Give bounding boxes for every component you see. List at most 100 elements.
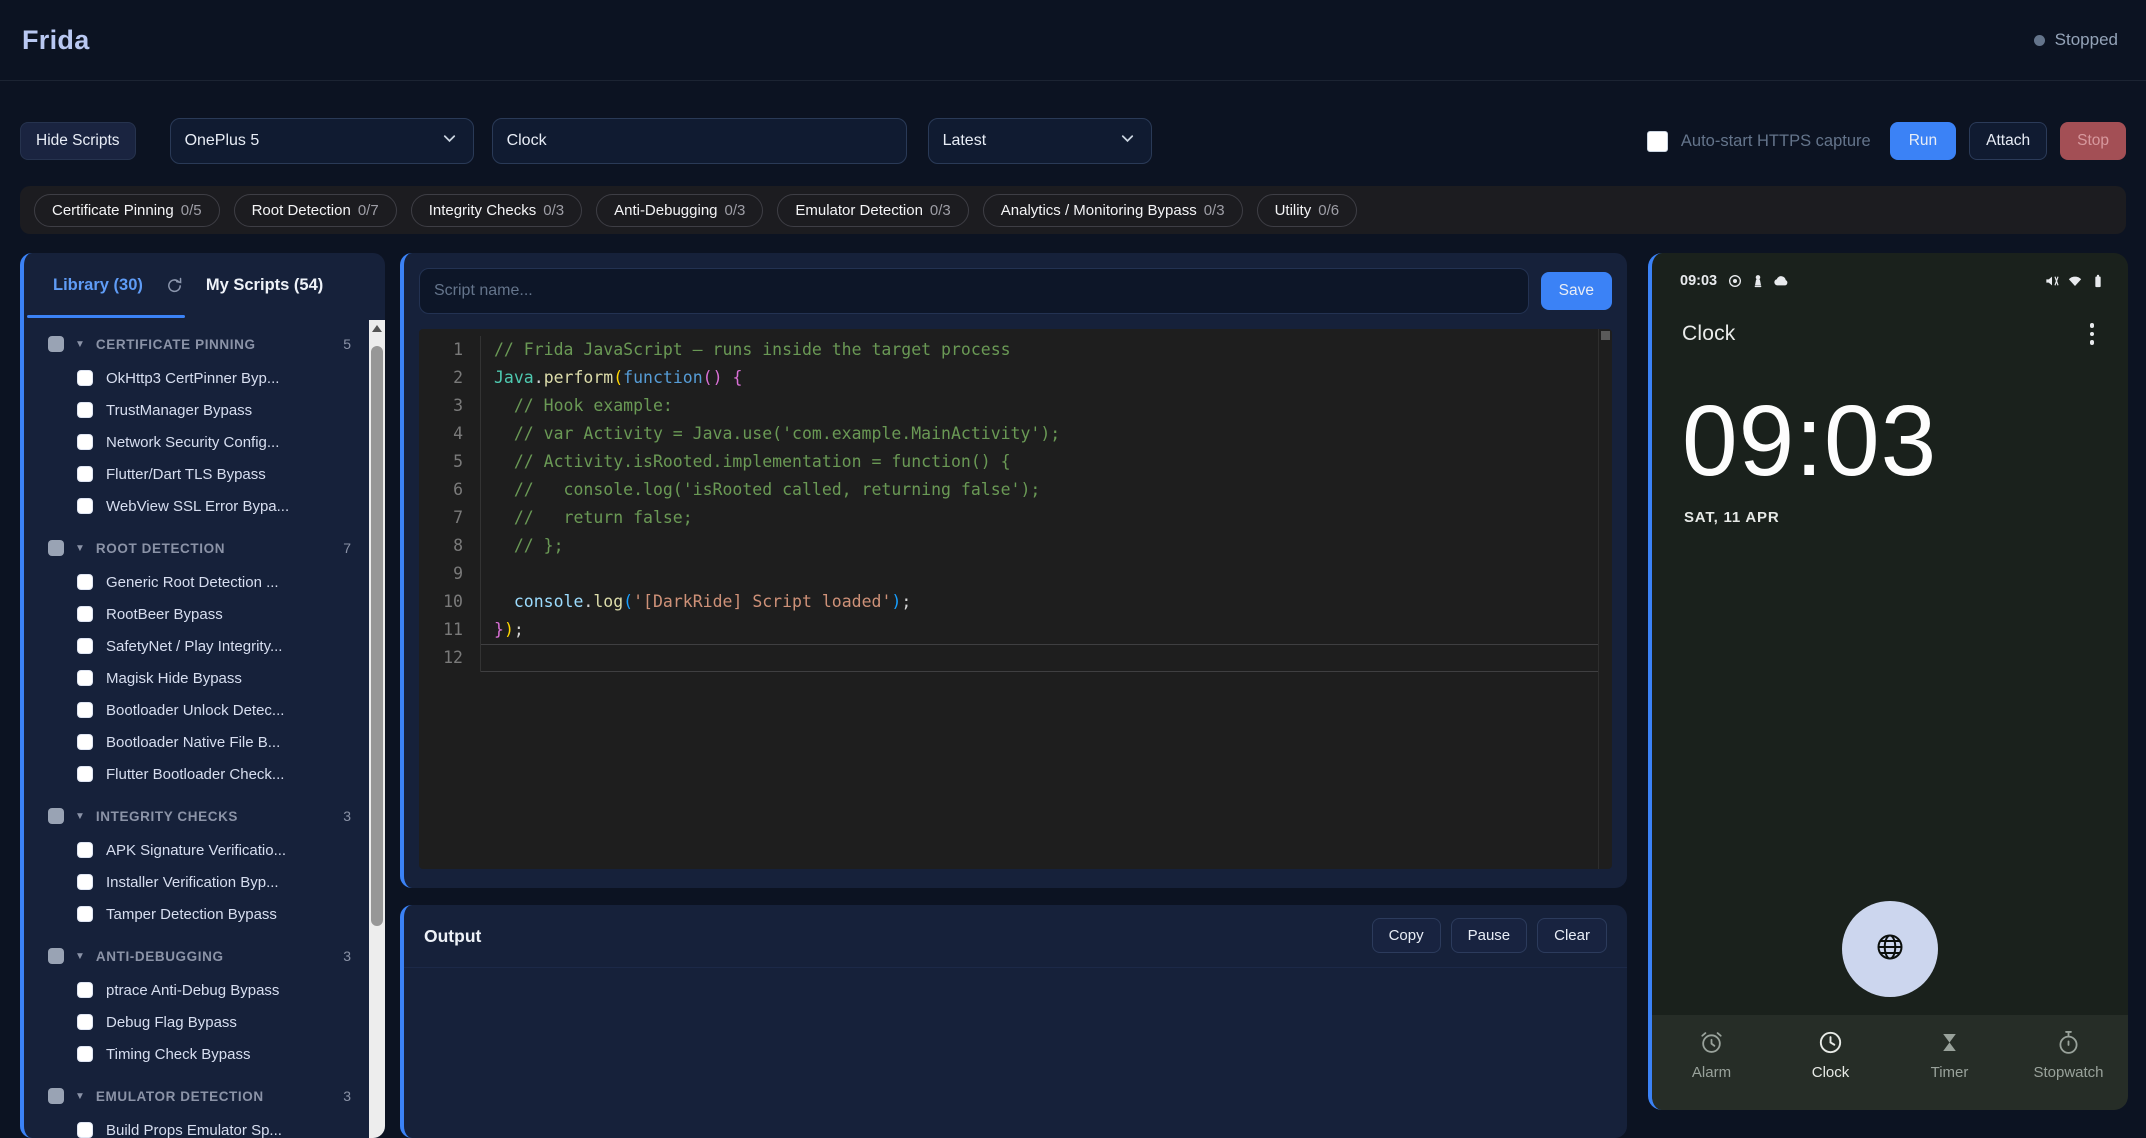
editor-scrollbar[interactable] (1598, 329, 1612, 869)
list-item[interactable]: Build Props Emulator Sp... (48, 1114, 369, 1138)
script-checkbox[interactable] (77, 434, 93, 450)
script-checkbox[interactable] (77, 606, 93, 622)
scrollbar-thumb[interactable] (371, 346, 383, 926)
list-item[interactable]: Bootloader Native File B... (48, 726, 369, 758)
clear-button[interactable]: Clear (1537, 918, 1607, 953)
editor-scrollbar-thumb[interactable] (1601, 331, 1610, 340)
code-line[interactable]: 10 console.log('[DarkRide] Script loaded… (419, 588, 1612, 616)
script-checkbox[interactable] (77, 1046, 93, 1062)
category-pill[interactable]: Certificate Pinning0/5 (34, 194, 220, 227)
list-item[interactable]: Tamper Detection Bypass (48, 898, 369, 930)
section-header[interactable]: ▼ROOT DETECTION7 (48, 530, 369, 566)
list-item[interactable]: Magisk Hide Bypass (48, 662, 369, 694)
section-checkbox[interactable] (48, 948, 64, 964)
section-checkbox[interactable] (48, 336, 64, 352)
run-button[interactable]: Run (1890, 122, 1956, 160)
script-checkbox[interactable] (77, 842, 93, 858)
script-checkbox[interactable] (77, 370, 93, 386)
refresh-icon[interactable] (165, 276, 184, 295)
world-clock-fab[interactable] (1842, 901, 1938, 997)
script-checkbox[interactable] (77, 638, 93, 654)
code-editor[interactable]: 1// Frida JavaScript — runs inside the t… (419, 329, 1612, 869)
script-checkbox[interactable] (77, 402, 93, 418)
device-select[interactable]: OnePlus 5 (170, 118, 474, 164)
tab-my-scripts[interactable]: My Scripts (54) (206, 276, 323, 295)
list-item[interactable]: Debug Flag Bypass (48, 1006, 369, 1038)
section-header[interactable]: ▼INTEGRITY CHECKS3 (48, 798, 369, 834)
script-checkbox[interactable] (77, 1122, 93, 1138)
script-checkbox[interactable] (77, 734, 93, 750)
list-item[interactable]: Flutter Bootloader Check... (48, 758, 369, 790)
script-checkbox[interactable] (77, 766, 93, 782)
list-item[interactable]: Generic Root Detection ... (48, 566, 369, 598)
sidebar-scrollbar[interactable] (369, 320, 385, 1138)
stop-button[interactable]: Stop (2060, 122, 2126, 160)
code-line[interactable]: 7 // return false; (419, 504, 1612, 532)
category-pill[interactable]: Utility0/6 (1257, 194, 1358, 227)
attach-button[interactable]: Attach (1969, 122, 2047, 160)
nav-tab-clock[interactable]: Clock (1771, 1029, 1890, 1081)
script-checkbox[interactable] (77, 982, 93, 998)
code-line[interactable]: 9 (419, 560, 1612, 588)
list-item[interactable]: Network Security Config... (48, 426, 369, 458)
save-button[interactable]: Save (1541, 272, 1612, 310)
section-checkbox[interactable] (48, 540, 64, 556)
script-label: Build Props Emulator Sp... (106, 1122, 282, 1138)
list-item[interactable]: Bootloader Unlock Detec... (48, 694, 369, 726)
chevron-down-icon (440, 129, 459, 153)
script-checkbox[interactable] (77, 702, 93, 718)
version-select[interactable]: Latest (928, 118, 1152, 164)
nav-tab-alarm[interactable]: Alarm (1652, 1029, 1771, 1081)
section-checkbox[interactable] (48, 808, 64, 824)
list-item[interactable]: TrustManager Bypass (48, 394, 369, 426)
script-checkbox[interactable] (77, 670, 93, 686)
code-line[interactable]: 11}); (419, 616, 1612, 644)
code-line[interactable]: 5 // Activity.isRooted.implementation = … (419, 448, 1612, 476)
category-pill[interactable]: Anti-Debugging0/3 (596, 194, 763, 227)
list-item[interactable]: Timing Check Bypass (48, 1038, 369, 1070)
category-pill[interactable]: Integrity Checks0/3 (411, 194, 582, 227)
script-checkbox[interactable] (77, 906, 93, 922)
section-checkbox[interactable] (48, 1088, 64, 1104)
hide-scripts-button[interactable]: Hide Scripts (20, 122, 136, 160)
scroll-up-arrow-icon[interactable] (372, 325, 382, 332)
list-item[interactable]: SafetyNet / Play Integrity... (48, 630, 369, 662)
script-checkbox[interactable] (77, 1014, 93, 1030)
code-line[interactable]: 6 // console.log('isRooted called, retur… (419, 476, 1612, 504)
pause-button[interactable]: Pause (1451, 918, 1528, 953)
code-line[interactable]: 12 (419, 644, 1612, 672)
list-item[interactable]: Installer Verification Byp... (48, 866, 369, 898)
list-item[interactable]: Flutter/Dart TLS Bypass (48, 458, 369, 490)
copy-button[interactable]: Copy (1372, 918, 1441, 953)
script-label: Tamper Detection Bypass (106, 906, 277, 923)
script-checkbox[interactable] (77, 574, 93, 590)
category-pill[interactable]: Root Detection0/7 (234, 194, 397, 227)
script-checkbox[interactable] (77, 498, 93, 514)
script-checkbox[interactable] (77, 466, 93, 482)
list-item[interactable]: OkHttp3 CertPinner Byp... (48, 362, 369, 394)
kebab-menu-icon[interactable] (2086, 319, 2099, 349)
code-line[interactable]: 3 // Hook example: (419, 392, 1612, 420)
target-app-input[interactable] (492, 118, 907, 164)
device-screen-panel[interactable]: 09:03 Clock 09:03 SAT, 11 APR AlarmClock… (1648, 253, 2128, 1110)
autostart-https-checkbox[interactable] (1647, 131, 1668, 152)
code-line[interactable]: 2Java.perform(function() { (419, 364, 1612, 392)
list-item[interactable]: ptrace Anti-Debug Bypass (48, 974, 369, 1006)
section-header[interactable]: ▼CERTIFICATE PINNING5 (48, 326, 369, 362)
code-line[interactable]: 8 // }; (419, 532, 1612, 560)
nav-tab-stopwatch[interactable]: Stopwatch (2009, 1029, 2128, 1081)
tab-library[interactable]: Library (30) (53, 276, 143, 295)
code-line[interactable]: 4 // var Activity = Java.use('com.exampl… (419, 420, 1612, 448)
section-header[interactable]: ▼ANTI-DEBUGGING3 (48, 938, 369, 974)
category-pill[interactable]: Analytics / Monitoring Bypass0/3 (983, 194, 1243, 227)
list-item[interactable]: RootBeer Bypass (48, 598, 369, 630)
script-checkbox[interactable] (77, 874, 93, 890)
list-item[interactable]: APK Signature Verificatio... (48, 834, 369, 866)
section-header[interactable]: ▼EMULATOR DETECTION3 (48, 1078, 369, 1114)
code-line[interactable]: 1// Frida JavaScript — runs inside the t… (419, 336, 1612, 364)
category-pill[interactable]: Emulator Detection0/3 (777, 194, 968, 227)
code-token: ; (514, 620, 524, 639)
nav-tab-timer[interactable]: Timer (1890, 1029, 2009, 1081)
script-name-input[interactable] (419, 268, 1529, 314)
list-item[interactable]: WebView SSL Error Bypa... (48, 490, 369, 522)
